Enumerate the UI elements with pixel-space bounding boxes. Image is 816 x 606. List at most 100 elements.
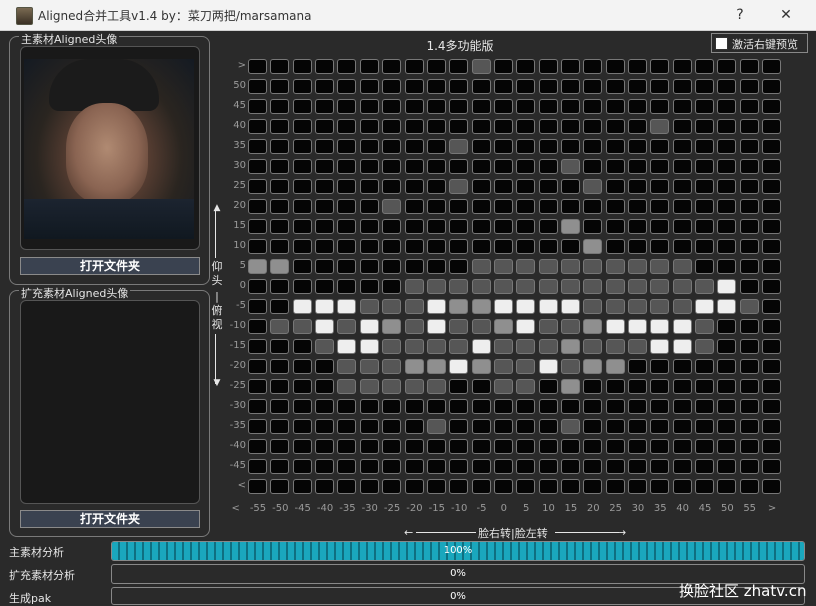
grid-cell[interactable] — [695, 59, 714, 74]
grid-cell[interactable] — [449, 459, 469, 474]
grid-cell[interactable] — [315, 359, 335, 374]
grid-cell[interactable] — [695, 379, 714, 394]
help-button[interactable]: ? — [725, 4, 755, 26]
grid-cell[interactable] — [315, 239, 335, 254]
grid-cell[interactable] — [426, 379, 446, 394]
grid-cell[interactable] — [628, 419, 647, 434]
grid-cell[interactable] — [583, 279, 603, 294]
grid-cell[interactable] — [404, 279, 424, 294]
grid-cell[interactable] — [516, 459, 536, 474]
grid-cell[interactable] — [426, 139, 446, 154]
grid-cell[interactable] — [270, 99, 290, 114]
grid-cell[interactable] — [449, 159, 469, 174]
grid-cell[interactable] — [583, 159, 603, 174]
grid-cell[interactable] — [717, 379, 737, 394]
grid-cell[interactable] — [560, 239, 580, 254]
grid-cell[interactable] — [739, 439, 759, 454]
grid-cell[interactable] — [315, 59, 335, 74]
grid-cell[interactable] — [471, 439, 491, 454]
grid-cell[interactable] — [493, 59, 513, 74]
grid-cell[interactable] — [560, 219, 580, 234]
grid-cell[interactable] — [516, 359, 536, 374]
grid-cell[interactable] — [583, 259, 603, 274]
grid-cell[interactable] — [337, 459, 357, 474]
grid-cell[interactable] — [493, 79, 513, 94]
grid-cell[interactable] — [404, 339, 424, 354]
grid-cell[interactable] — [605, 259, 625, 274]
grid-cell[interactable] — [560, 159, 580, 174]
grid-cell[interactable] — [762, 459, 782, 474]
grid-cell[interactable] — [717, 279, 737, 294]
grid-cell[interactable] — [493, 339, 513, 354]
grid-cell[interactable] — [270, 359, 290, 374]
grid-cell[interactable] — [404, 59, 424, 74]
grid-cell[interactable] — [605, 439, 625, 454]
grid-cell[interactable] — [583, 99, 603, 114]
grid-cell[interactable] — [672, 479, 692, 494]
grid-cell[interactable] — [762, 119, 782, 134]
grid-cell[interactable] — [695, 219, 714, 234]
grid-cell[interactable] — [695, 419, 714, 434]
grid-cell[interactable] — [717, 479, 737, 494]
grid-cell[interactable] — [404, 179, 424, 194]
grid-cell[interactable] — [628, 59, 647, 74]
grid-cell[interactable] — [449, 99, 469, 114]
grid-cell[interactable] — [516, 399, 536, 414]
grid-cell[interactable] — [471, 219, 491, 234]
grid-cell[interactable] — [695, 439, 714, 454]
grid-cell[interactable] — [717, 159, 737, 174]
grid-cell[interactable] — [337, 399, 357, 414]
grid-cell[interactable] — [762, 439, 782, 454]
grid-cell[interactable] — [717, 79, 737, 94]
grid-cell[interactable] — [560, 99, 580, 114]
grid-cell[interactable] — [516, 439, 536, 454]
grid-cell[interactable] — [359, 239, 379, 254]
grid-cell[interactable] — [628, 399, 647, 414]
grid-cell[interactable] — [717, 319, 737, 334]
grid-cell[interactable] — [337, 239, 357, 254]
grid-cell[interactable] — [471, 319, 491, 334]
grid-cell[interactable] — [650, 119, 670, 134]
grid-cell[interactable] — [583, 239, 603, 254]
grid-cell[interactable] — [605, 239, 625, 254]
grid-cell[interactable] — [292, 139, 312, 154]
grid-cell[interactable] — [762, 259, 782, 274]
grid-cell[interactable] — [292, 319, 312, 334]
grid-cell[interactable] — [583, 319, 603, 334]
grid-cell[interactable] — [449, 59, 469, 74]
grid-cell[interactable] — [516, 239, 536, 254]
grid-cell[interactable] — [762, 339, 782, 354]
grid-cell[interactable] — [628, 379, 647, 394]
grid-cell[interactable] — [315, 279, 335, 294]
grid-cell[interactable] — [292, 79, 312, 94]
grid-cell[interactable] — [337, 139, 357, 154]
grid-cell[interactable] — [449, 199, 469, 214]
grid-cell[interactable] — [270, 419, 290, 434]
grid-cell[interactable] — [560, 339, 580, 354]
grid-cell[interactable] — [359, 279, 379, 294]
grid-cell[interactable] — [426, 319, 446, 334]
grid-cell[interactable] — [359, 59, 379, 74]
grid-cell[interactable] — [516, 179, 536, 194]
grid-cell[interactable] — [248, 339, 267, 354]
grid-cell[interactable] — [248, 419, 267, 434]
grid-cell[interactable] — [650, 99, 670, 114]
grid-cell[interactable] — [516, 159, 536, 174]
grid-cell[interactable] — [650, 79, 670, 94]
grid-cell[interactable] — [628, 159, 647, 174]
grid-cell[interactable] — [762, 79, 782, 94]
grid-cell[interactable] — [605, 179, 625, 194]
grid-cell[interactable] — [471, 159, 491, 174]
grid-cell[interactable] — [739, 179, 759, 194]
grid-cell[interactable] — [560, 59, 580, 74]
grid-cell[interactable] — [471, 119, 491, 134]
grid-cell[interactable] — [337, 119, 357, 134]
grid-cell[interactable] — [717, 259, 737, 274]
grid-cell[interactable] — [292, 439, 312, 454]
grid-cell[interactable] — [762, 139, 782, 154]
grid-cell[interactable] — [739, 59, 759, 74]
grid-cell[interactable] — [695, 319, 714, 334]
grid-cell[interactable] — [426, 219, 446, 234]
grid-cell[interactable] — [695, 339, 714, 354]
preview-checkbox-wrap[interactable]: 激活右键预览 — [711, 33, 808, 53]
